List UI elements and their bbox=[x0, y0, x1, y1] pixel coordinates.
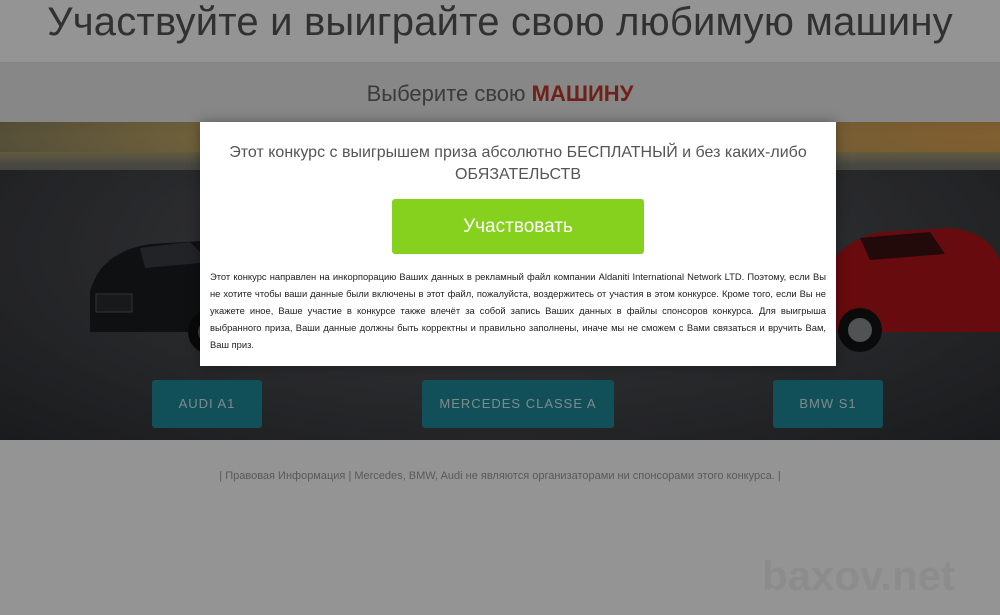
svg-text:baxov.net: baxov.net bbox=[762, 552, 955, 599]
watermark-logo: baxov.net bbox=[762, 550, 972, 600]
modal-heading: Этот конкурс с выигрышем приза абсолютно… bbox=[229, 144, 807, 183]
contest-modal: Этот конкурс с выигрышем приза абсолютно… bbox=[200, 122, 836, 366]
participate-button[interactable]: Участвовать bbox=[392, 199, 644, 254]
modal-disclaimer: Этот конкурс направлен на инкорпорацию В… bbox=[210, 271, 826, 350]
watermark-text-graphic: baxov.net bbox=[762, 552, 955, 599]
